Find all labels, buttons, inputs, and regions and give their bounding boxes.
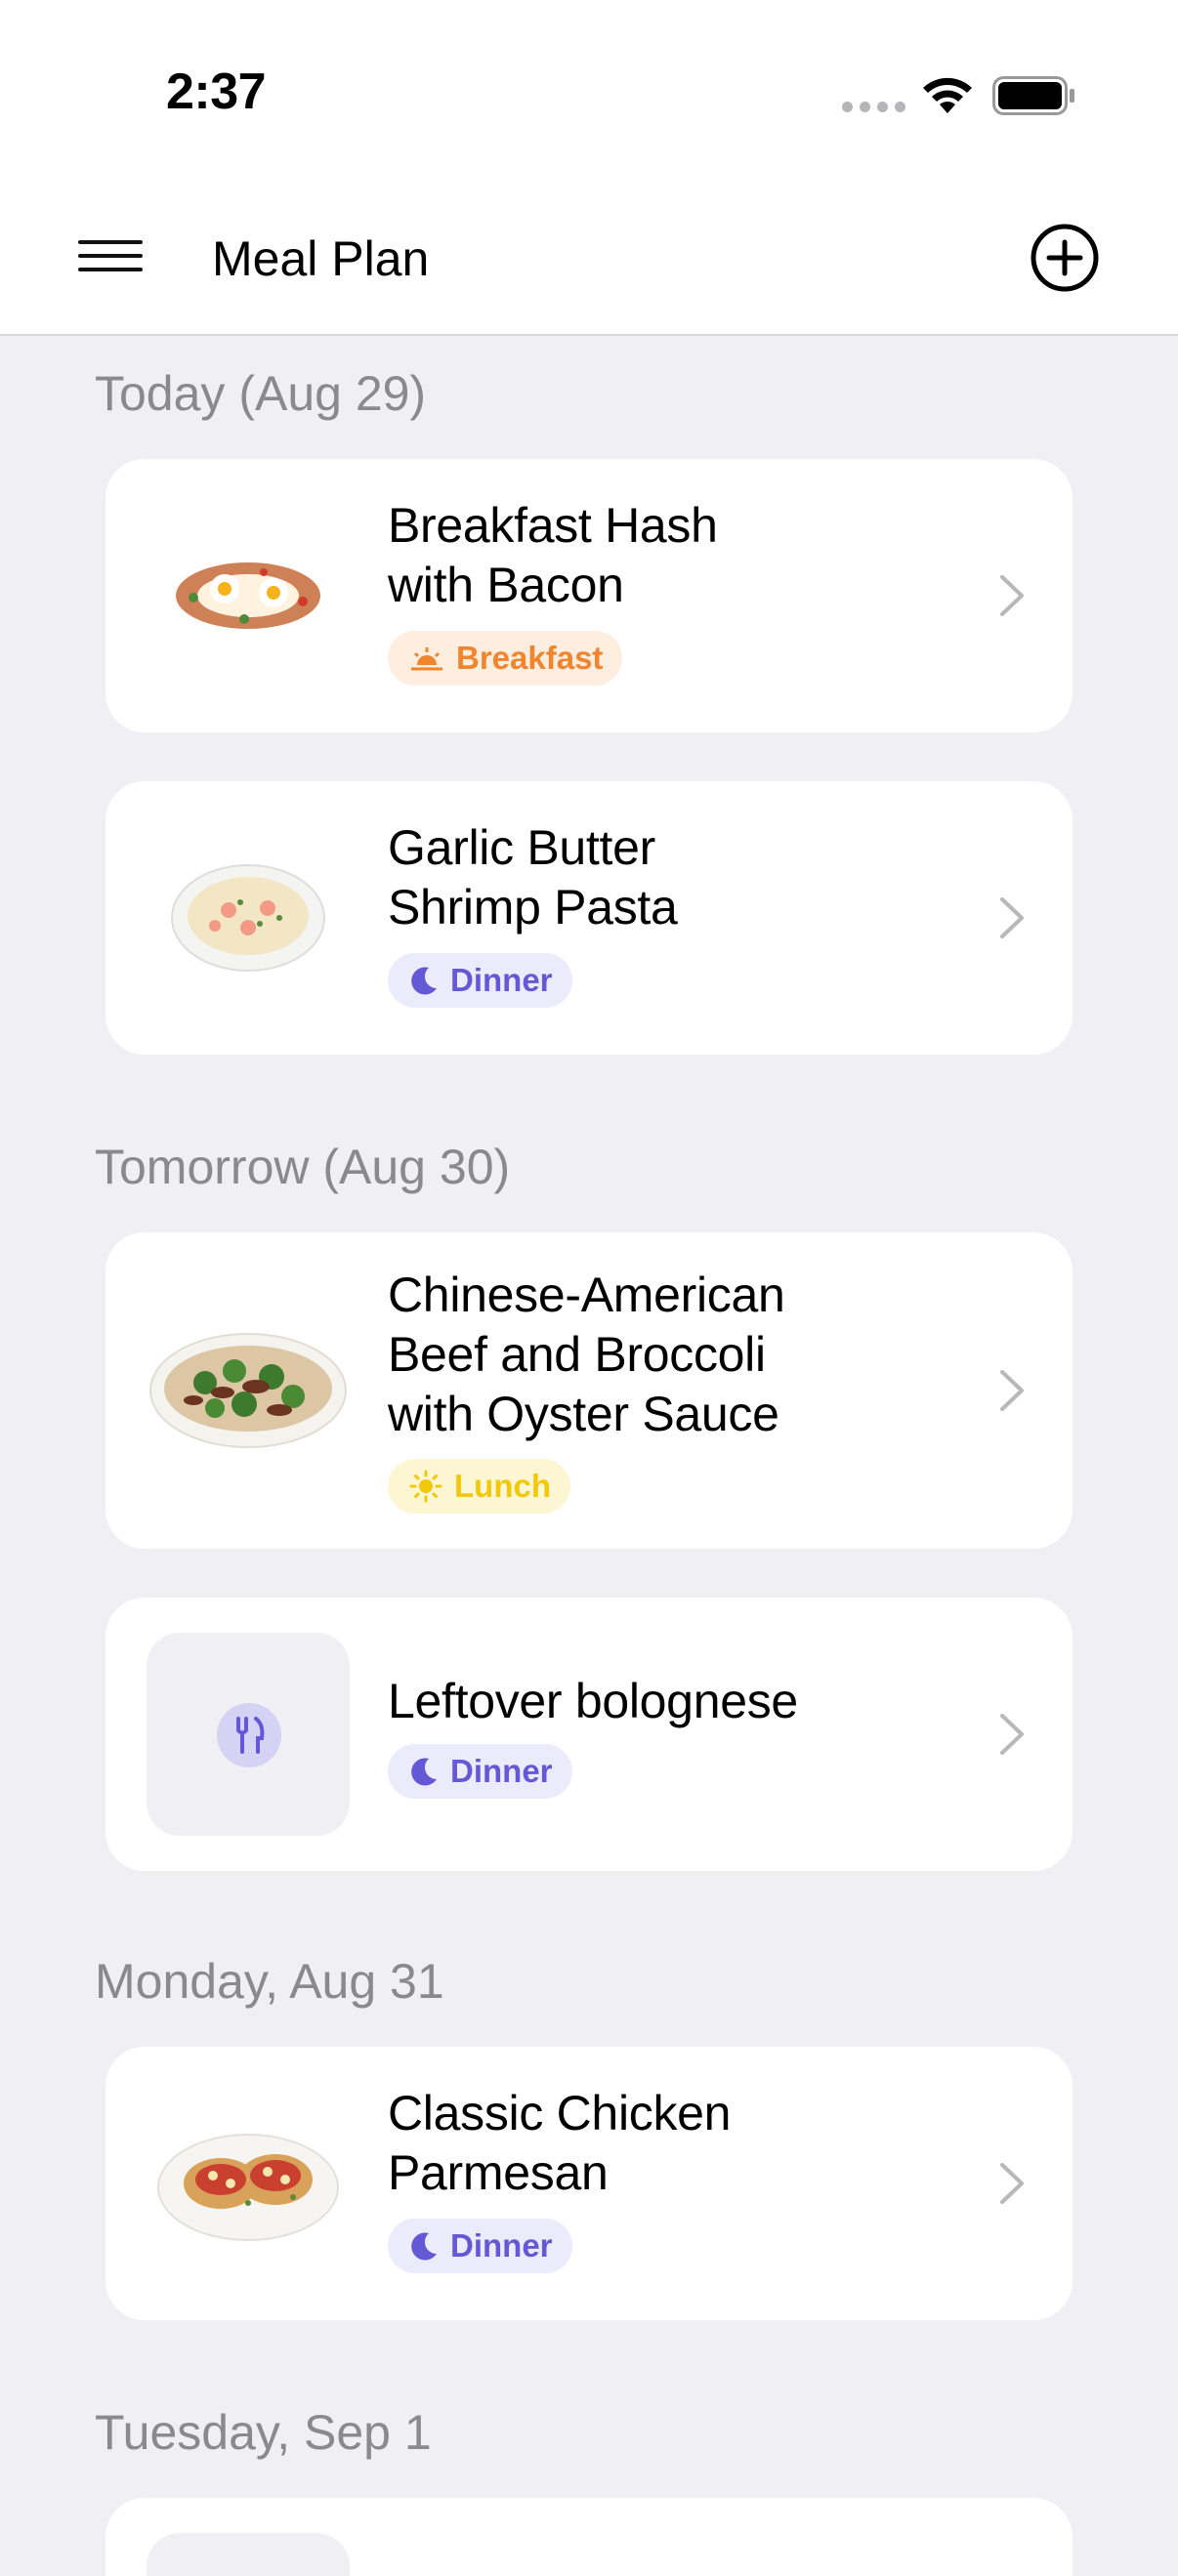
fork-knife-icon: [217, 1703, 281, 1767]
wifi-icon: [923, 77, 972, 113]
meal-card[interactable]: Breakfast Hash with Bacon Breakfast: [105, 459, 1073, 732]
meal-title-line: Shrimp Pasta: [388, 880, 678, 935]
meal-title: Chinese-American Beef and Broccoli with …: [388, 1266, 935, 1444]
meal-title: Garlic Butter Shrimp Pasta: [388, 818, 935, 937]
sunrise-icon: [411, 647, 442, 671]
page-title: Meal Plan: [212, 231, 430, 286]
status-time: 2:37: [166, 63, 267, 120]
chevron-right-icon: [1000, 575, 1024, 616]
section-header-monday: Monday, Aug 31: [95, 1954, 444, 2009]
battery-icon: [992, 76, 1074, 115]
meal-type-label: Dinner: [450, 2227, 553, 2264]
meal-thumbnail: [147, 816, 350, 1019]
meal-title-line: with Oyster Sauce: [388, 1387, 779, 1441]
meal-thumbnail: [147, 1289, 350, 1492]
meal-title-line: Classic Chicken: [388, 2086, 732, 2140]
moon-icon: [411, 967, 437, 995]
meal-card[interactable]: Garlic Butter Shrimp Pasta Dinner: [105, 781, 1073, 1055]
meal-thumbnail-placeholder: [147, 1633, 350, 1836]
meal-title: Leftover bolognese: [388, 1672, 935, 1731]
meal-title: Breakfast Hash with Bacon: [388, 496, 935, 615]
meal-thumbnail: [147, 494, 350, 697]
section-header-tomorrow: Tomorrow (Aug 30): [95, 1140, 511, 1194]
meal-title: Classic Chicken Parmesan: [388, 2084, 935, 2203]
meal-type-label: Dinner: [450, 962, 553, 998]
meal-title-line: Breakfast Hash: [388, 498, 718, 553]
hamburger-menu-icon[interactable]: [78, 240, 143, 289]
meal-title-line: with Bacon: [388, 558, 624, 612]
chevron-right-icon: [1000, 1370, 1024, 1411]
section-header-tuesday: Tuesday, Sep 1: [95, 2405, 432, 2460]
meal-thumbnail: [147, 2082, 350, 2285]
chevron-right-icon: [1000, 2163, 1024, 2204]
sun-icon: [409, 1470, 442, 1503]
cellular-signal-icon: [842, 102, 905, 112]
meal-type-badge: Dinner: [388, 953, 572, 1008]
section-header-today: Today (Aug 29): [95, 366, 427, 421]
meal-type-label: Lunch: [454, 1468, 551, 1504]
meal-type-badge: Dinner: [388, 1744, 572, 1799]
meal-title-line: Beef and Broccoli: [388, 1327, 766, 1382]
meal-title-line: Garlic Butter: [388, 820, 655, 875]
chevron-right-icon: [1000, 1714, 1024, 1755]
status-bar: 2:37: [0, 0, 1178, 195]
meal-title-line: Parmesan: [388, 2145, 609, 2200]
meal-card[interactable]: Leftover bolognese Dinner: [105, 1598, 1073, 1871]
meal-type-label: Breakfast: [456, 640, 604, 676]
add-circle-icon[interactable]: [1030, 223, 1100, 293]
meal-card-partial[interactable]: [105, 2498, 1073, 2576]
meal-type-badge: Lunch: [388, 1459, 570, 1514]
meal-type-label: Dinner: [450, 1753, 553, 1789]
chevron-right-icon: [1000, 897, 1024, 938]
meal-title-line: Chinese-American: [388, 1267, 785, 1322]
meal-card[interactable]: Chinese-American Beef and Broccoli with …: [105, 1232, 1073, 1549]
meal-thumbnail-placeholder: [147, 2533, 350, 2576]
meal-title-line: Leftover bolognese: [388, 1674, 798, 1728]
moon-icon: [411, 1758, 437, 1786]
meal-card[interactable]: Classic Chicken Parmesan Dinner: [105, 2047, 1073, 2320]
meal-type-badge: Dinner: [388, 2219, 572, 2273]
navigation-bar: Meal Plan: [0, 195, 1178, 336]
meal-type-badge: Breakfast: [388, 631, 623, 686]
moon-icon: [411, 2232, 437, 2261]
